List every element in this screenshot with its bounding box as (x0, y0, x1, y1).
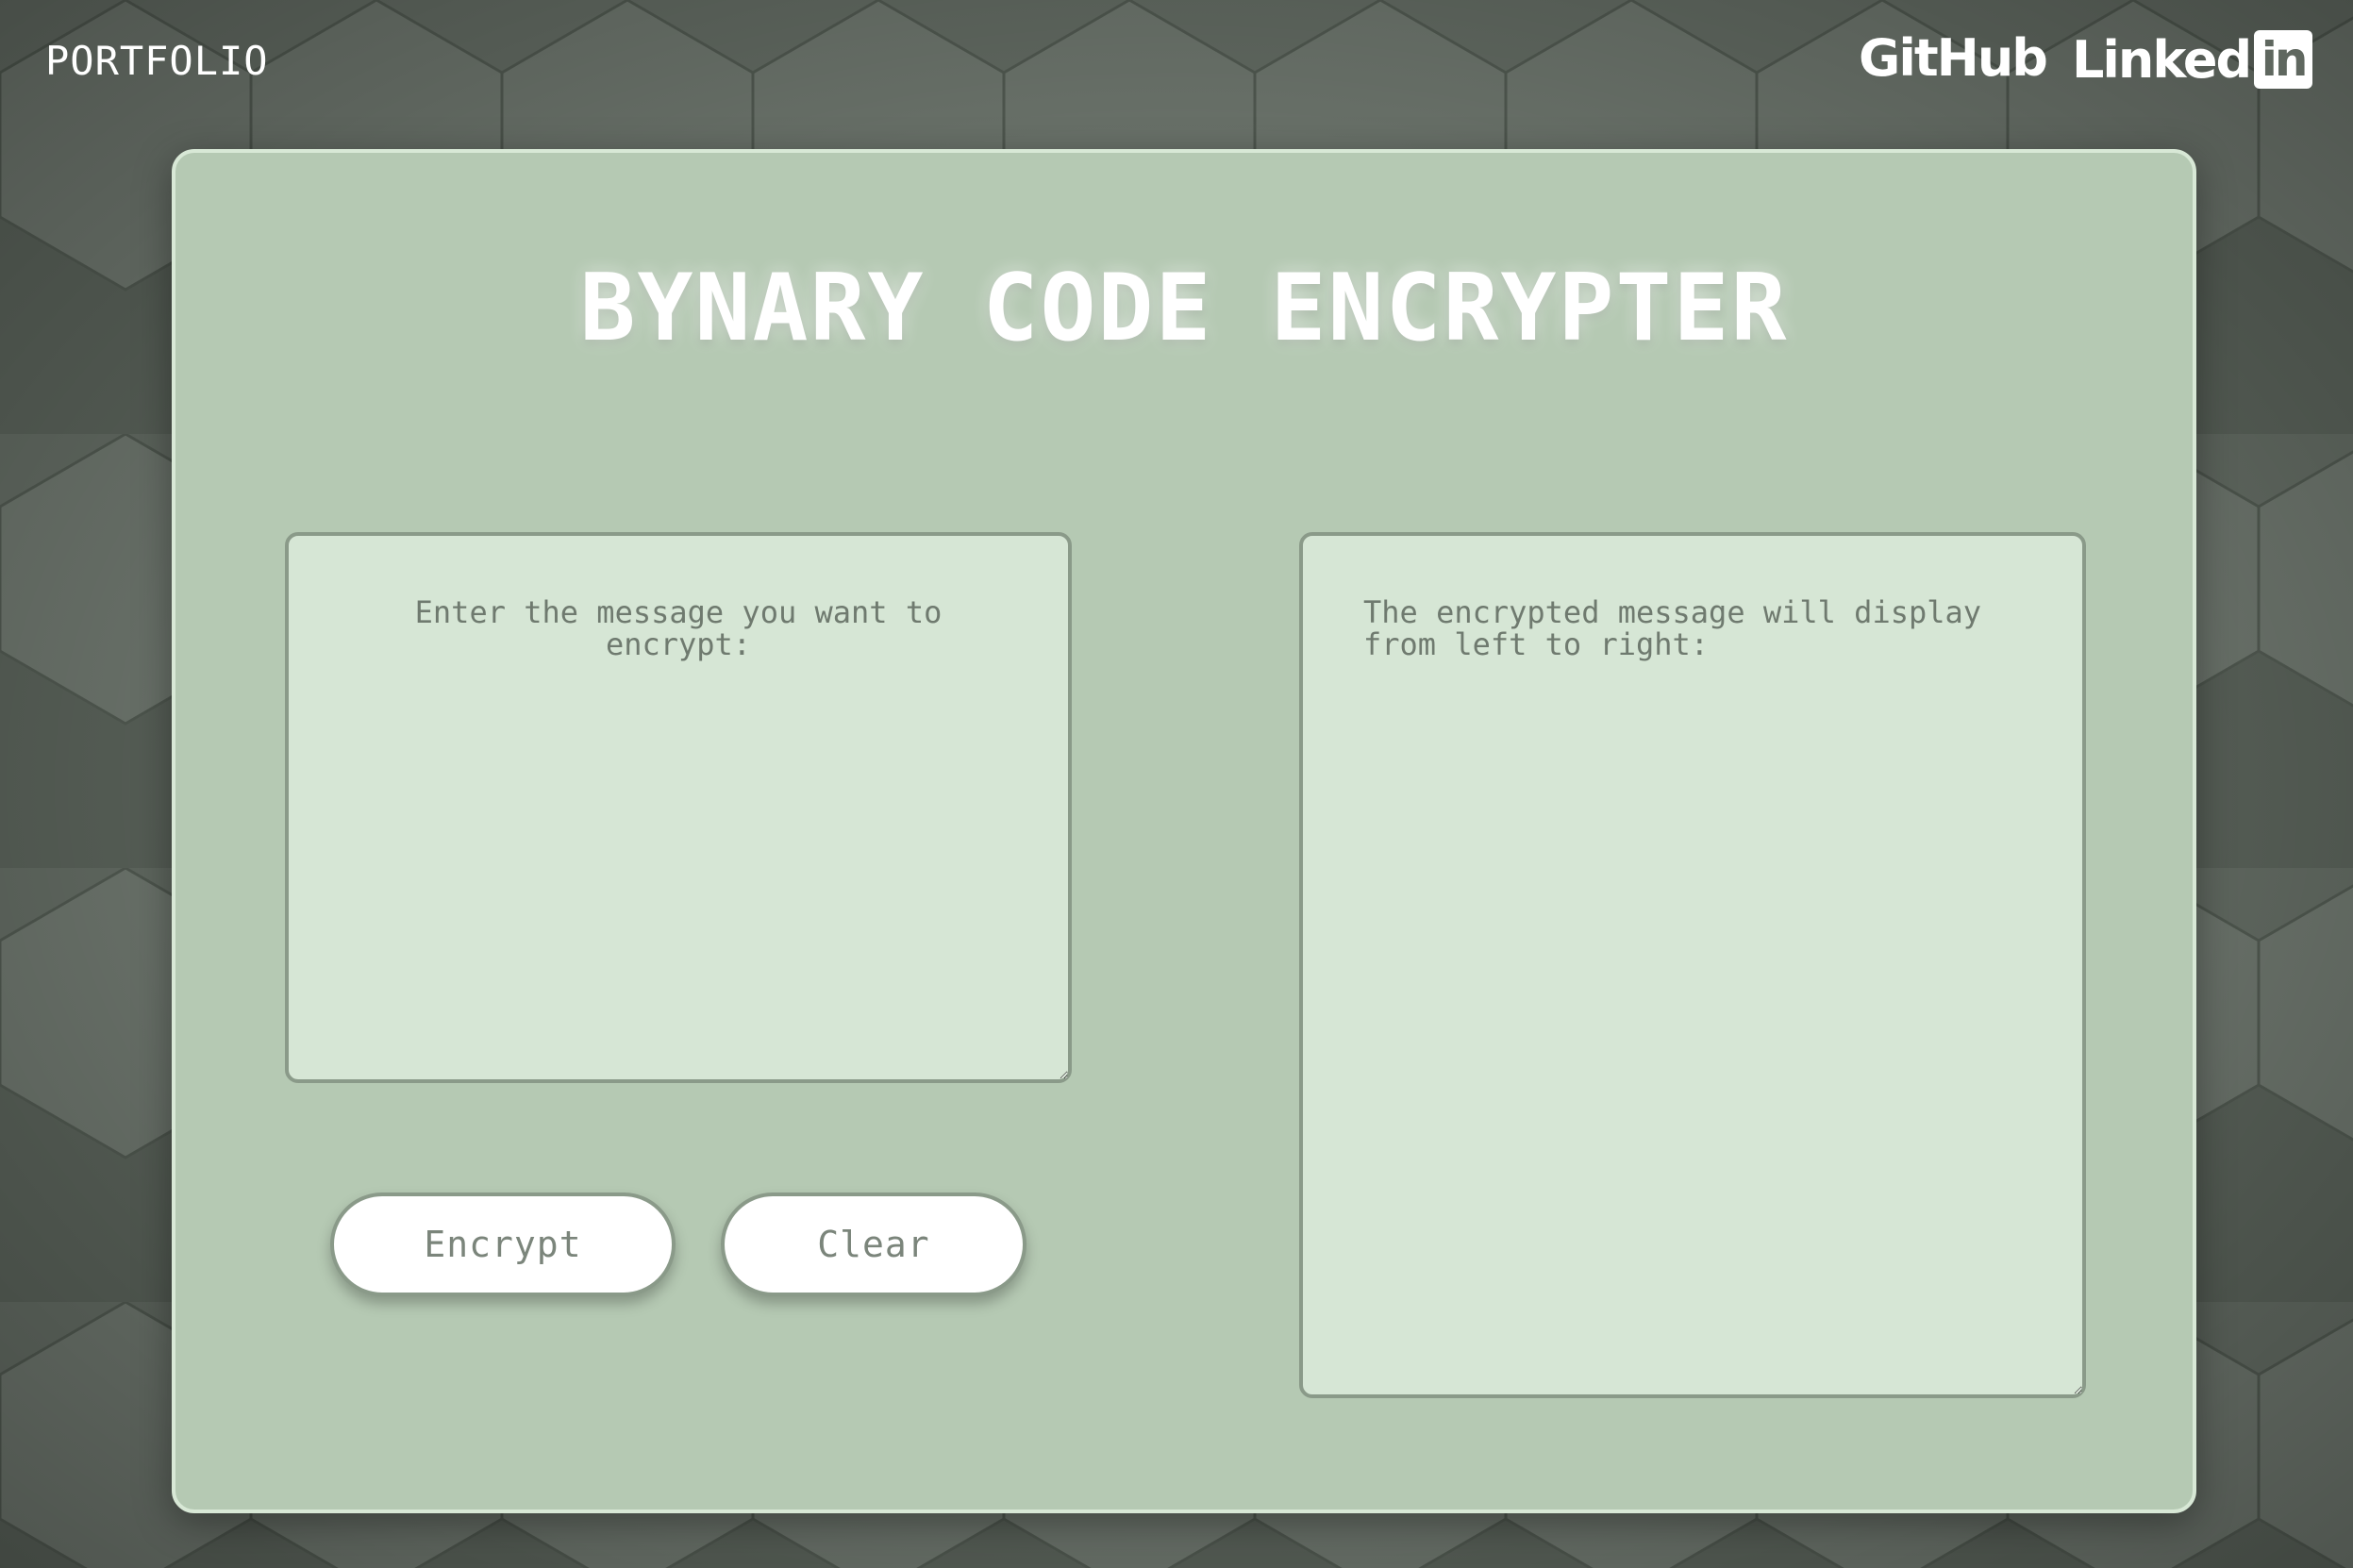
encrypted-output[interactable] (1299, 532, 2086, 1398)
encrypt-button[interactable]: Encrypt (330, 1193, 676, 1296)
top-navigation: PORTFOLIO GitHub Linked in (0, 0, 2353, 123)
github-wordmark-icon: GitHub (1859, 28, 2048, 88)
clear-button[interactable]: Clear (721, 1193, 1026, 1296)
portfolio-link[interactable]: PORTFOLIO (45, 38, 269, 84)
linkedin-link[interactable]: Linked in (2072, 28, 2313, 91)
message-input[interactable] (285, 532, 1072, 1083)
linkedin-logo-icon: in (2254, 30, 2313, 89)
page-title: BYNARY CODE ENCRYPTER (579, 255, 1789, 362)
encrypter-card: BYNARY CODE ENCRYPTER Encrypt Clear (172, 149, 2196, 1513)
linkedin-wordmark: Linked (2072, 29, 2252, 90)
github-link[interactable]: GitHub (1859, 28, 2048, 88)
